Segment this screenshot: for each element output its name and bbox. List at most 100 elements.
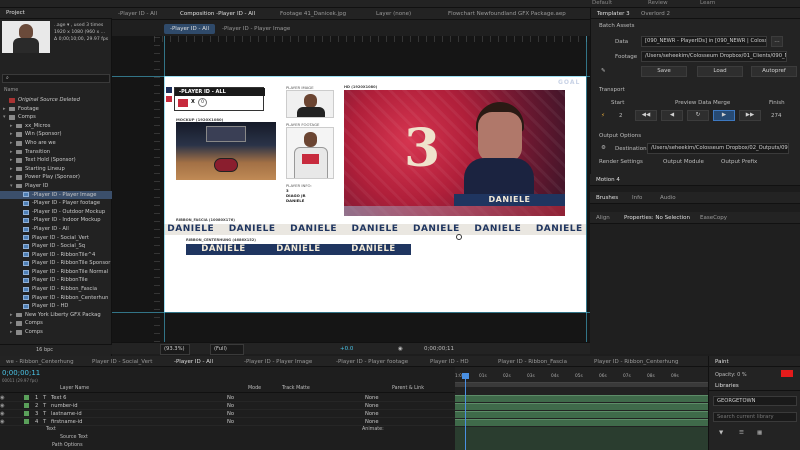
layer-mode[interactable]: No: [227, 394, 257, 402]
visibility-icon[interactable]: ◉: [0, 410, 10, 418]
tab-brushes[interactable]: Brushes: [590, 193, 624, 203]
visibility-icon[interactable]: ◉: [0, 418, 10, 426]
project-item[interactable]: Player ID - RibbonTile: [0, 276, 112, 285]
animate-label[interactable]: Animate:: [362, 427, 384, 432]
project-item[interactable]: Player ID - RibbonTile^4: [0, 251, 112, 260]
guide-v1[interactable]: [164, 36, 165, 342]
playhead-handle[interactable]: [462, 373, 469, 379]
layer-parent[interactable]: None: [365, 410, 405, 418]
project-item[interactable]: ▸ Comps: [0, 319, 112, 328]
data-browse-button[interactable]: …: [771, 36, 783, 47]
project-item[interactable]: Original Source Deleted: [0, 96, 112, 105]
tab-align[interactable]: Align: [590, 213, 616, 223]
paint-opacity[interactable]: Opacity: 0 %: [715, 372, 747, 378]
work-area-bar[interactable]: [455, 383, 708, 387]
library-search-input[interactable]: Search current library: [713, 412, 797, 422]
layer-color-label[interactable]: [24, 395, 29, 400]
project-search-input[interactable]: ⌕: [2, 74, 110, 83]
name-column-header[interactable]: Name: [4, 88, 18, 93]
project-item[interactable]: ▸ Win (Sponsor): [0, 130, 112, 139]
workspace-default[interactable]: Default: [592, 0, 612, 6]
destination-field[interactable]: /Users/seheekim/Colosseum Dropbox/02_Out…: [647, 143, 789, 154]
project-item[interactable]: ▸ Footage: [0, 105, 112, 114]
finish-value[interactable]: 274: [771, 113, 782, 119]
save-button[interactable]: Save: [641, 66, 687, 77]
project-item[interactable]: -Player ID - Player footage: [0, 199, 112, 208]
tl-tab-player-image[interactable]: -Player ID - Player Image: [238, 357, 318, 367]
visibility-icon[interactable]: ◉: [0, 394, 10, 402]
first-record-button[interactable]: ◀◀: [635, 110, 657, 121]
tl-tab-centerhung[interactable]: we - Ribbon_Centerhung: [0, 357, 80, 367]
text-property-group[interactable]: Text: [46, 427, 56, 432]
playhead[interactable]: [465, 373, 466, 450]
project-item[interactable]: Player ID - Social_Sq: [0, 242, 112, 251]
tab-left-comp[interactable]: -Player ID - All: [112, 9, 163, 19]
project-item[interactable]: Player ID - Ribbon_Fascia: [0, 285, 112, 294]
layer-mode[interactable]: No: [227, 418, 257, 426]
project-item[interactable]: -Player ID - All: [0, 225, 112, 234]
output-prefix-link[interactable]: Output Prefix: [721, 159, 757, 165]
layer-parent[interactable]: None: [365, 394, 405, 402]
artboard[interactable]: -PLAYER ID - ALL X 0 MOCKUP (1920X1080) …: [164, 76, 586, 312]
render-settings-link[interactable]: Render Settings: [599, 159, 643, 165]
project-item[interactable]: Player ID - Social_Vert: [0, 234, 112, 243]
tab-motion[interactable]: Motion 4: [590, 175, 626, 185]
layer-parent[interactable]: None: [365, 402, 405, 410]
tl-tab-fascia[interactable]: Player ID - Ribbon_Fascia: [492, 357, 573, 367]
layer-mode[interactable]: No: [227, 402, 257, 410]
tab-templater[interactable]: Templater 3: [591, 9, 636, 19]
tl-tab-player-footage[interactable]: -Player ID - Player footage: [330, 357, 414, 367]
breadcrumb-player-image[interactable]: -Player ID - Player Image: [216, 24, 296, 34]
workspace-review[interactable]: Review: [648, 0, 668, 6]
project-tab[interactable]: Project: [0, 8, 31, 18]
next-record-button[interactable]: ▶: [713, 110, 735, 121]
start-value[interactable]: 2: [619, 113, 623, 119]
project-item[interactable]: ▾ Player ID: [0, 182, 112, 191]
layer-name[interactable]: number-id: [51, 402, 221, 410]
timeline-timecode[interactable]: 0;00;00;11: [2, 369, 40, 377]
layer-parent[interactable]: None: [365, 418, 405, 426]
source-text-property[interactable]: Source Text: [60, 435, 88, 440]
lightning-icon[interactable]: ⚡: [601, 113, 605, 119]
project-item[interactable]: -Player ID - Player Image: [0, 190, 112, 200]
project-item[interactable]: -Player ID - Outdoor Mockup: [0, 208, 112, 217]
project-item[interactable]: Player ID - HD: [0, 302, 112, 311]
project-item[interactable]: ▸ Who are we: [0, 139, 112, 148]
path-options-property[interactable]: Path Options: [52, 443, 83, 448]
wrench-icon[interactable]: ✎: [601, 68, 606, 74]
project-item[interactable]: ▸ New York Liberty GFX Packag: [0, 311, 112, 320]
breadcrumb-all[interactable]: -Player ID - All: [164, 24, 216, 34]
paint-color-swatch[interactable]: [781, 370, 793, 377]
project-item[interactable]: ▸ Comps: [0, 328, 112, 337]
tab-properties[interactable]: Properties: No Selection: [618, 213, 696, 223]
tab-layer[interactable]: Layer (none): [370, 9, 417, 19]
load-button[interactable]: Load: [697, 66, 743, 77]
guide-h1[interactable]: [112, 76, 590, 77]
tl-tab-social-vert[interactable]: Player ID - Social_Vert: [86, 357, 158, 367]
col-parent[interactable]: Parent & Link: [392, 386, 424, 391]
col-layer-name[interactable]: Layer Name: [60, 386, 89, 391]
visibility-icon[interactable]: ◉: [0, 402, 10, 410]
tab-footage[interactable]: Footage 41_Danicek.jpg: [274, 9, 352, 19]
project-item[interactable]: ▸ xx_Micros: [0, 122, 112, 131]
exposure-value[interactable]: +0.0: [340, 346, 353, 352]
tab-audio[interactable]: Audio: [654, 193, 682, 203]
guide-h2[interactable]: [112, 312, 590, 313]
project-item[interactable]: Player ID - Ribbon_Centerhun: [0, 294, 112, 303]
layer-row[interactable]: ◉ 4 Tfirstname-id No None: [0, 418, 455, 426]
layer-color-label[interactable]: [24, 411, 29, 416]
project-item[interactable]: ▾ Comps: [0, 113, 112, 122]
tab-easecopy[interactable]: EaseCopy: [694, 213, 733, 223]
zoom-select[interactable]: (93.3%): [160, 344, 190, 355]
refresh-button[interactable]: ↻: [687, 110, 709, 121]
time-ruler[interactable]: 1:00f 01s 02s 03s 04s 05s 06s 07s 08s 09s: [455, 373, 708, 383]
layer-mode[interactable]: No: [227, 410, 257, 418]
filter-icon[interactable]: ▼: [719, 430, 723, 436]
tab-composition[interactable]: Composition -Player ID - All: [174, 9, 261, 19]
tab-overlord[interactable]: Overlord 2: [635, 9, 676, 19]
tl-tab-all[interactable]: -Player ID - All: [168, 357, 219, 367]
tab-flowchart[interactable]: Flowchart Newfoundland GFX Package.aep: [442, 9, 572, 19]
layer-name[interactable]: Text 6: [51, 394, 221, 402]
bpc-label[interactable]: 16 bpc: [36, 347, 53, 353]
project-item[interactable]: Player ID - RibbonTile Normal: [0, 268, 112, 277]
